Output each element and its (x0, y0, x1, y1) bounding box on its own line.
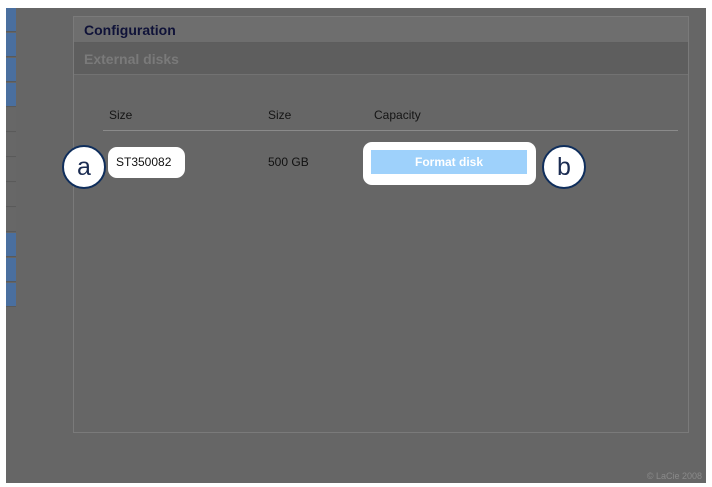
column-header-size-1: Size (109, 108, 133, 122)
left-nav-tab-10[interactable] (6, 233, 16, 257)
left-nav-tab-3[interactable] (6, 58, 16, 82)
panel-subtitle: External disks (84, 51, 179, 67)
panel-title: Configuration (84, 22, 176, 38)
left-navigation-strip (6, 8, 16, 318)
left-nav-tab-5[interactable] (6, 108, 16, 132)
format-button-highlight: Format disk (363, 142, 536, 185)
left-nav-tab-4[interactable] (6, 83, 16, 107)
left-nav-tab-6[interactable] (6, 133, 16, 157)
left-nav-tab-8[interactable] (6, 183, 16, 207)
callout-a: a (62, 145, 106, 189)
left-nav-tab-7[interactable] (6, 158, 16, 182)
admin-screen: Configuration External disks Size Size C… (6, 8, 706, 483)
left-nav-tab-9[interactable] (6, 208, 16, 232)
panel-subheader: External disks (74, 43, 688, 75)
left-nav-tab-11[interactable] (6, 258, 16, 282)
left-nav-tab-12[interactable] (6, 283, 16, 307)
left-nav-tab-2[interactable] (6, 33, 16, 57)
configuration-panel: Configuration External disks (73, 16, 689, 433)
column-header-size-2: Size (268, 108, 292, 122)
disk-name-highlight: ST350082 (108, 147, 185, 178)
left-nav-tab-1[interactable] (6, 8, 16, 32)
copyright-footer: © LaCie 2008 (646, 471, 702, 481)
format-disk-button[interactable]: Format disk (371, 150, 527, 174)
disk-name: ST350082 (116, 155, 172, 169)
panel-header: Configuration (74, 17, 688, 43)
disk-size: 500 GB (268, 155, 309, 169)
header-divider (103, 130, 678, 131)
callout-b: b (542, 145, 586, 189)
column-header-capacity: Capacity (374, 108, 421, 122)
